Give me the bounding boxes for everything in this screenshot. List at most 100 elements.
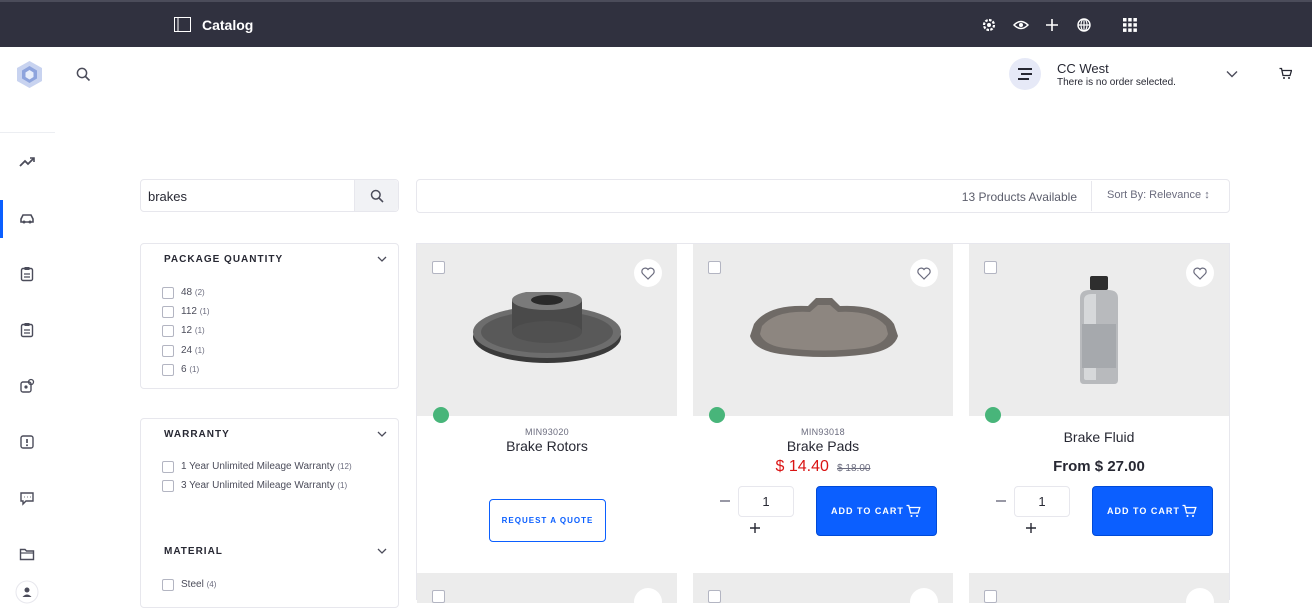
checkbox[interactable]: [162, 364, 174, 376]
chevron-down-icon[interactable]: [1226, 69, 1238, 79]
compare-checkbox[interactable]: [708, 261, 721, 274]
product-grid: MIN93020 Brake Rotors REQUEST A QUOTE MI…: [416, 243, 1230, 616]
quotes-clipboard-icon[interactable]: [19, 322, 35, 338]
globe-icon[interactable]: [1076, 17, 1092, 33]
sidebar-toggle-icon[interactable]: [174, 17, 191, 32]
product-name[interactable]: Brake Fluid: [969, 429, 1229, 445]
add-to-cart-button[interactable]: ADD TO CART: [1092, 486, 1213, 536]
option-label: 24: [181, 345, 193, 356]
option-count: (1): [337, 481, 348, 490]
plus-icon[interactable]: [1025, 522, 1037, 534]
option-count: (1): [194, 326, 205, 335]
orders-clipboard-icon[interactable]: [19, 266, 35, 282]
chevron-down-icon[interactable]: [377, 547, 387, 555]
account-list-icon: [1018, 68, 1032, 80]
product-image[interactable]: [417, 244, 677, 423]
top-navigation-bar: Catalog: [0, 0, 1312, 47]
checkbox[interactable]: [162, 345, 174, 357]
heart-icon: [641, 267, 655, 280]
option-count: (4): [206, 580, 217, 589]
analytics-trend-icon[interactable]: [19, 154, 35, 170]
account-settings-icon[interactable]: [19, 378, 35, 394]
sort-dropdown[interactable]: Sort By: Relevance ↕: [1107, 189, 1210, 201]
product-price: $ 14.40 $ 18.00: [693, 458, 953, 476]
option-count: (1): [189, 365, 200, 374]
checkbox[interactable]: [162, 579, 174, 591]
option-label: 12: [181, 325, 193, 336]
wishlist-button[interactable]: [910, 588, 938, 616]
account-avatar: [1009, 58, 1041, 90]
minus-icon[interactable]: [719, 495, 731, 507]
option-label: 3 Year Unlimited Mileage Warranty: [181, 480, 335, 491]
option-label: 112: [181, 306, 197, 317]
product-name[interactable]: Brake Pads: [693, 438, 953, 454]
add-to-cart-button[interactable]: ADD TO CART: [816, 486, 937, 536]
product-card-partial[interactable]: [417, 573, 677, 616]
checkbox[interactable]: [162, 325, 174, 337]
folder-icon[interactable]: [19, 546, 35, 562]
sidebar-active-indicator: [0, 200, 3, 238]
eye-icon[interactable]: [1013, 17, 1029, 33]
account-name: CC West: [1057, 61, 1109, 76]
availability-indicator: [433, 407, 449, 423]
search-icon: [370, 189, 384, 203]
product-image[interactable]: [693, 244, 953, 423]
add-to-cart-label: ADD TO CART: [1107, 506, 1180, 516]
option-count: (2): [194, 288, 205, 297]
product-image[interactable]: [969, 244, 1229, 423]
search-button[interactable]: [354, 180, 398, 211]
wishlist-button[interactable]: [634, 588, 662, 616]
chevron-down-icon[interactable]: [377, 255, 387, 263]
compare-checkbox[interactable]: [708, 590, 721, 603]
product-card-partial[interactable]: [969, 573, 1229, 616]
chevron-down-icon[interactable]: [377, 430, 387, 438]
gear-icon[interactable]: [981, 17, 997, 33]
availability-indicator: [709, 407, 725, 423]
compare-checkbox[interactable]: [432, 261, 445, 274]
checkbox[interactable]: [162, 480, 174, 492]
option-count: (12): [337, 462, 352, 471]
car-icon[interactable]: [19, 210, 35, 226]
chat-icon[interactable]: [19, 490, 35, 506]
heart-icon: [917, 267, 931, 280]
wishlist-button[interactable]: [1186, 588, 1214, 616]
option-label: 1 Year Unlimited Mileage Warranty: [181, 461, 335, 472]
facet-title: MATERIAL: [164, 546, 223, 557]
quantity-input[interactable]: 1: [738, 486, 794, 517]
minus-icon[interactable]: [995, 495, 1007, 507]
page-title: Catalog: [202, 17, 254, 33]
compare-checkbox[interactable]: [984, 590, 997, 603]
results-count: 13 Products Available: [961, 190, 1077, 204]
logo-icon[interactable]: [16, 60, 43, 89]
wishlist-button[interactable]: [910, 259, 938, 287]
wishlist-button[interactable]: [634, 259, 662, 287]
plus-icon[interactable]: [1044, 17, 1060, 33]
option-label: 48: [181, 287, 193, 298]
checkbox[interactable]: [162, 306, 174, 318]
compare-checkbox[interactable]: [432, 590, 445, 603]
search-icon[interactable]: [76, 67, 91, 82]
product-card-partial[interactable]: [693, 573, 953, 616]
order-status-text: There is no order selected.: [1057, 77, 1176, 88]
search-input[interactable]: [148, 187, 348, 205]
plus-icon[interactable]: [749, 522, 761, 534]
user-avatar-icon[interactable]: [15, 580, 39, 604]
facet-title: WARRANTY: [164, 429, 230, 440]
checkbox[interactable]: [162, 461, 174, 473]
product-name[interactable]: Brake Rotors: [417, 438, 677, 454]
wishlist-button[interactable]: [1186, 259, 1214, 287]
cart-icon[interactable]: [1279, 67, 1292, 80]
results-toolbar: 13 Products Available Sort By: Relevance…: [416, 179, 1230, 213]
facet-package-quantity: PACKAGE QUANTITY 48 (2) 112 (1) 12 (1) 2…: [140, 243, 399, 389]
apps-grid-icon[interactable]: [1122, 17, 1138, 33]
alert-icon[interactable]: [19, 434, 35, 450]
brake-rotor-image: [473, 292, 621, 363]
option-count: (1): [199, 307, 210, 316]
add-to-cart-label: ADD TO CART: [831, 506, 904, 516]
checkbox[interactable]: [162, 287, 174, 299]
original-price: $ 18.00: [837, 463, 871, 474]
quantity-input[interactable]: 1: [1014, 486, 1070, 517]
price-from: From $ 27.00: [1053, 458, 1145, 475]
request-quote-button[interactable]: REQUEST A QUOTE: [489, 499, 606, 542]
compare-checkbox[interactable]: [984, 261, 997, 274]
